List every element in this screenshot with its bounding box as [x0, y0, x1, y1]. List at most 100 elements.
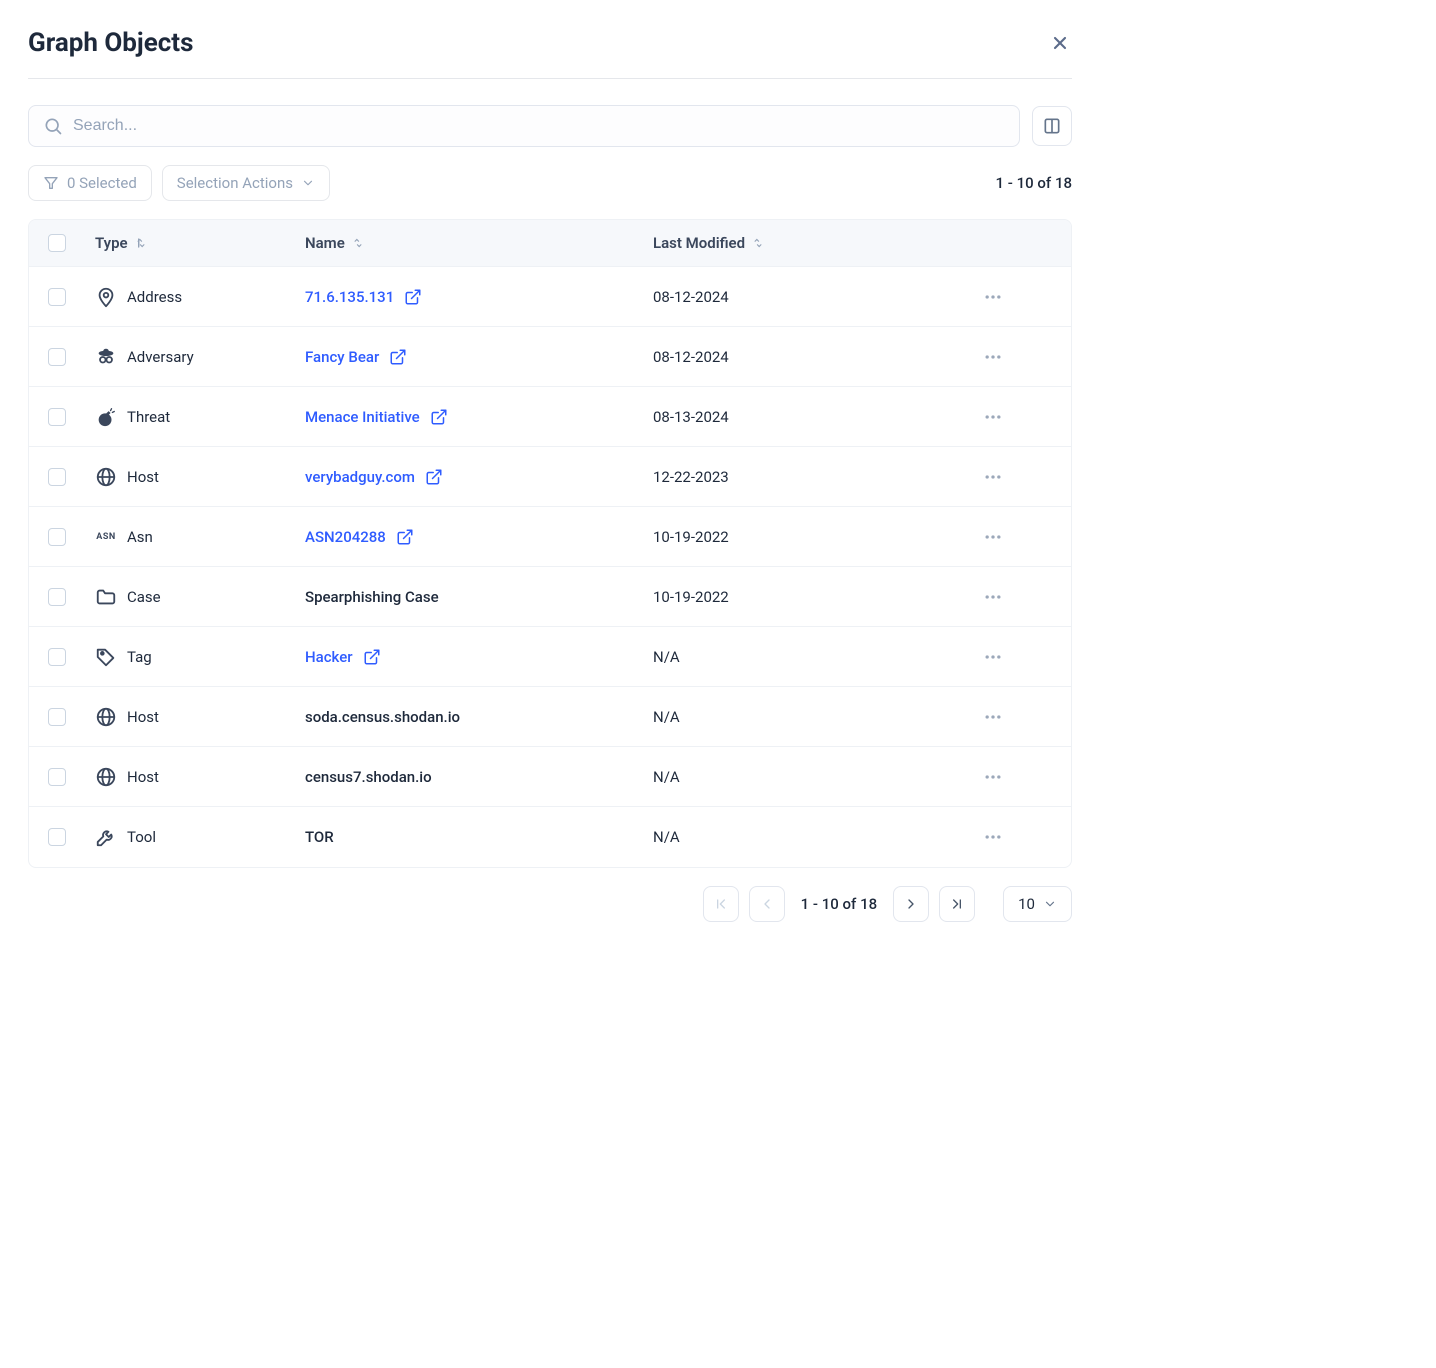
selected-filter-button[interactable]: 0 Selected	[28, 165, 152, 201]
row-name-cell: Fancy Bear	[295, 334, 643, 380]
row-modified-cell: N/A	[643, 814, 963, 860]
pagination-range-label: 1 - 10 of 18	[795, 895, 883, 913]
row-actions-button[interactable]	[963, 273, 1023, 321]
selection-actions-button[interactable]: Selection Actions	[162, 165, 330, 201]
external-link-icon[interactable]	[430, 408, 448, 426]
row-name-cell: Hacker	[295, 634, 643, 680]
table-row: CaseSpearphishing Case10-19-2022	[29, 567, 1071, 627]
sort-icon	[351, 236, 365, 250]
table-row: Address71.6.135.13108-12-2024	[29, 267, 1071, 327]
row-type-cell: Adversary	[85, 332, 295, 382]
page-size-select[interactable]: 10	[1003, 886, 1072, 922]
pagination-first-button[interactable]	[703, 886, 739, 922]
row-name-cell: ASN204288	[295, 514, 643, 560]
more-horizontal-icon	[983, 287, 1003, 307]
row-checkbox-cell	[29, 454, 85, 500]
row-modified-cell: 08-12-2024	[643, 274, 963, 320]
chevron-down-icon	[301, 176, 315, 190]
close-button[interactable]	[1048, 31, 1072, 55]
row-checkbox-cell	[29, 814, 85, 860]
row-name-link[interactable]: Hacker	[305, 648, 353, 666]
search-input[interactable]	[73, 117, 1005, 135]
row-name-cell: 71.6.135.131	[295, 274, 643, 320]
row-modified-value: 08-12-2024	[653, 348, 729, 366]
row-checkbox[interactable]	[48, 588, 66, 606]
row-actions-button[interactable]	[963, 453, 1023, 501]
row-actions-button[interactable]	[963, 573, 1023, 621]
more-horizontal-icon	[983, 407, 1003, 427]
external-link-icon[interactable]	[389, 348, 407, 366]
header-checkbox-cell	[29, 220, 85, 266]
external-link-icon[interactable]	[404, 288, 422, 306]
row-type-label: Host	[127, 468, 159, 486]
row-checkbox[interactable]	[48, 528, 66, 546]
row-checkbox[interactable]	[48, 648, 66, 666]
row-name-link[interactable]: Fancy Bear	[305, 348, 379, 366]
row-actions-button[interactable]	[963, 513, 1023, 561]
sort-icon	[751, 236, 765, 250]
row-actions-button[interactable]	[963, 813, 1023, 861]
column-header-name[interactable]: Name	[295, 220, 643, 266]
view-toggle-button[interactable]	[1032, 106, 1072, 146]
pagination-prev-button[interactable]	[749, 886, 785, 922]
row-name-text: TOR	[305, 828, 334, 846]
controls-row: 0 Selected Selection Actions 1 - 10 of 1…	[28, 165, 1072, 201]
more-horizontal-icon	[983, 587, 1003, 607]
tag-icon	[95, 646, 117, 668]
row-checkbox-cell	[29, 634, 85, 680]
pagination-next-button[interactable]	[893, 886, 929, 922]
pagination: 1 - 10 of 18 10	[28, 886, 1072, 922]
globe-icon	[95, 706, 117, 728]
select-all-checkbox[interactable]	[48, 234, 66, 252]
row-actions-button[interactable]	[963, 333, 1023, 381]
search-box[interactable]	[28, 105, 1020, 147]
close-icon	[1050, 33, 1070, 53]
row-type-cell: Host	[85, 692, 295, 742]
row-checkbox[interactable]	[48, 468, 66, 486]
objects-table: Type Name Last Modified Address71.6.135.…	[28, 219, 1072, 868]
row-checkbox[interactable]	[48, 288, 66, 306]
row-name-link[interactable]: verybadguy.com	[305, 468, 415, 486]
row-modified-value: N/A	[653, 648, 680, 666]
table-row: TagHackerN/A	[29, 627, 1071, 687]
page-title: Graph Objects	[28, 28, 193, 58]
row-modified-cell: 12-22-2023	[643, 454, 963, 500]
table-row: Threat Menace Initiative 08-13-2024	[29, 387, 1071, 447]
row-type-label: Host	[127, 708, 159, 726]
row-modified-value: 08-13-2024	[653, 408, 729, 426]
row-actions-button[interactable]	[963, 693, 1023, 741]
table-header: Type Name Last Modified	[29, 220, 1071, 267]
row-type-label: Adversary	[127, 348, 194, 366]
column-header-last-modified[interactable]: Last Modified	[643, 220, 963, 266]
pagination-last-button[interactable]	[939, 886, 975, 922]
more-horizontal-icon	[983, 347, 1003, 367]
row-name-link[interactable]: Menace Initiative	[305, 408, 420, 426]
row-name-link[interactable]: ASN204288	[305, 528, 386, 546]
more-horizontal-icon	[983, 707, 1003, 727]
row-type-cell: Threat	[85, 392, 295, 442]
selected-count-label: 0 Selected	[67, 174, 137, 192]
chevron-right-icon	[903, 896, 919, 912]
chevron-down-icon	[1043, 897, 1057, 911]
bomb-icon	[95, 406, 117, 428]
external-link-icon[interactable]	[425, 468, 443, 486]
column-header-type[interactable]: Type	[85, 220, 295, 266]
external-link-icon[interactable]	[396, 528, 414, 546]
row-modified-value: 12-22-2023	[653, 468, 729, 486]
external-link-icon[interactable]	[363, 648, 381, 666]
row-actions-button[interactable]	[963, 633, 1023, 681]
row-type-cell: ASNAsn	[85, 512, 295, 562]
more-horizontal-icon	[983, 767, 1003, 787]
row-checkbox[interactable]	[48, 768, 66, 786]
row-name-text: census7.shodan.io	[305, 768, 432, 786]
row-checkbox[interactable]	[48, 408, 66, 426]
row-checkbox-cell	[29, 394, 85, 440]
row-checkbox[interactable]	[48, 348, 66, 366]
row-actions-button[interactable]	[963, 753, 1023, 801]
row-checkbox[interactable]	[48, 828, 66, 846]
row-actions-button[interactable]	[963, 393, 1023, 441]
row-type-cell: Host	[85, 452, 295, 502]
row-name-link[interactable]: 71.6.135.131	[305, 288, 394, 306]
header: Graph Objects	[28, 28, 1072, 79]
row-checkbox[interactable]	[48, 708, 66, 726]
